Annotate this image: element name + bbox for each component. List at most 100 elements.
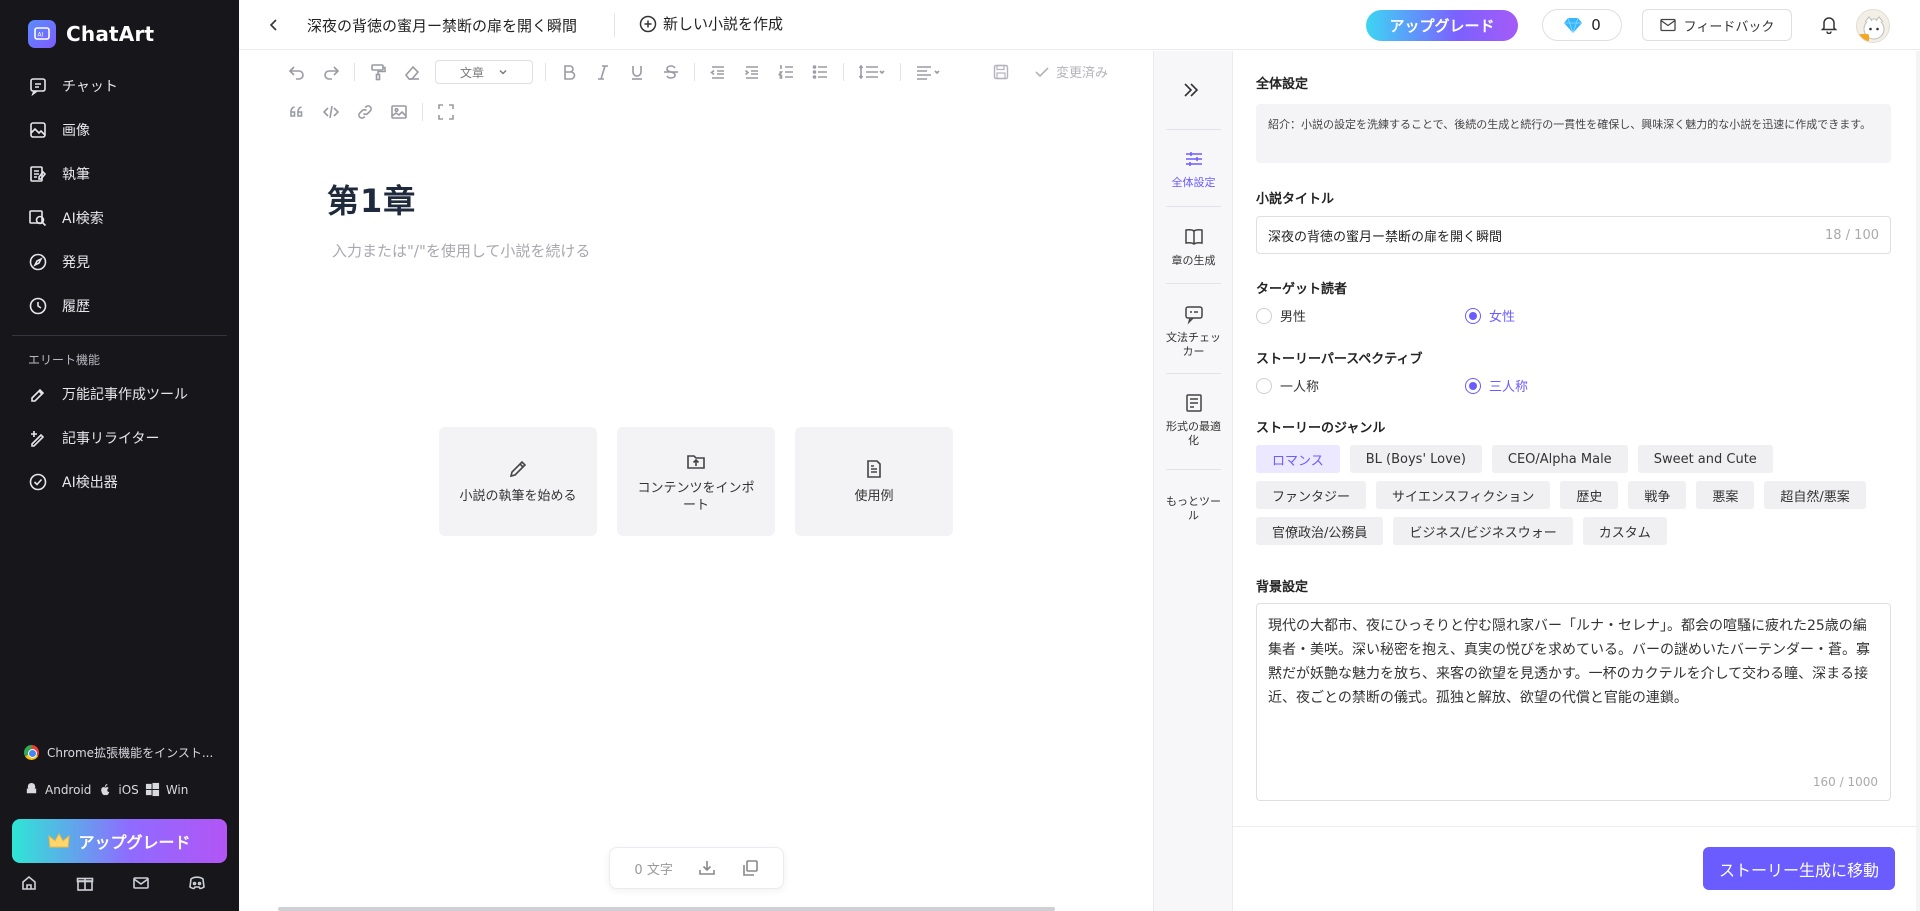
format-painter-button[interactable] — [361, 58, 395, 86]
windows-icon[interactable] — [145, 782, 160, 797]
bold-button[interactable] — [552, 58, 586, 86]
fullscreen-button[interactable] — [429, 98, 463, 126]
nav-item-article-tool[interactable]: 万能記事作成ツール — [0, 372, 239, 416]
nav-item-chat[interactable]: チャット — [0, 64, 239, 108]
genre-chip[interactable]: ファンタジー — [1256, 481, 1367, 509]
platform-win[interactable]: Win — [166, 783, 189, 797]
tab-label: 全体設定 — [1171, 176, 1216, 189]
redo-icon — [324, 66, 340, 80]
editor-placeholder[interactable]: 入力または"/"を使用して小説を続ける — [332, 240, 590, 261]
bullet-list-button[interactable] — [803, 58, 837, 86]
download-icon[interactable] — [698, 859, 716, 877]
tab-overall-settings[interactable]: 全体設定 — [1154, 148, 1233, 190]
align-button[interactable] — [907, 58, 951, 86]
genre-chip[interactable]: ビジネス/ビジネスウォー — [1393, 517, 1573, 545]
collapse-panel-button[interactable] — [1180, 79, 1202, 105]
discord-icon[interactable] — [188, 874, 206, 892]
genre-chip[interactable]: 超自然/悪案 — [1764, 481, 1866, 509]
italic-button[interactable] — [586, 58, 620, 86]
strikethrough-button[interactable] — [654, 58, 688, 86]
link-button[interactable] — [348, 98, 382, 126]
gift-icon[interactable] — [76, 874, 94, 892]
home-icon[interactable] — [20, 874, 38, 892]
bell-icon — [1820, 17, 1838, 35]
word-count-bar: 0 文字 — [609, 847, 784, 889]
top-upgrade-button[interactable]: アップグレード — [1366, 10, 1518, 41]
platform-ios[interactable]: iOS — [118, 783, 138, 797]
genre-chip[interactable]: ロマンス — [1256, 445, 1340, 473]
nav-item-image[interactable]: 画像 — [0, 108, 239, 152]
perspective-option-first-person[interactable]: 一人称 — [1256, 376, 1465, 395]
toolbar-separator — [545, 63, 546, 81]
radio-label: 三人称 — [1489, 380, 1529, 395]
redo-button[interactable] — [314, 58, 348, 86]
tab-more-tools[interactable]: もっとツール — [1154, 495, 1233, 523]
gem-balance[interactable]: 0 — [1542, 9, 1622, 41]
clear-format-button[interactable] — [395, 58, 429, 86]
nav-item-discover[interactable]: 発見 — [0, 240, 239, 284]
ordered-list-button[interactable] — [769, 58, 803, 86]
genre-chip[interactable]: 歴史 — [1560, 481, 1619, 509]
quote-button[interactable] — [280, 98, 314, 126]
background-textarea[interactable]: 現代の大都市、夜にひっそりと佇む隠れ家バー「ルナ・セレナ」。都会の喧騒に疲れた2… — [1256, 603, 1891, 801]
chrome-extension-link[interactable]: Chrome拡張機能をインスト... — [24, 744, 213, 761]
go-to-story-generation-button[interactable]: ストーリー生成に移動 — [1703, 847, 1895, 890]
perspective-option-third-person[interactable]: 三人称 — [1465, 376, 1674, 395]
radio-label: 女性 — [1489, 310, 1516, 325]
mail-icon[interactable] — [132, 874, 150, 892]
undo-button[interactable] — [280, 58, 314, 86]
copy-icon[interactable] — [741, 859, 759, 877]
insert-image-button[interactable] — [382, 98, 416, 126]
back-button[interactable] — [263, 14, 285, 36]
toolbar-separator — [900, 63, 901, 81]
chrome-extension-label: Chrome拡張機能をインスト... — [47, 746, 214, 760]
genre-chip[interactable]: カスタム — [1582, 517, 1667, 545]
nav-item-rewriter[interactable]: 記事リライター — [0, 416, 239, 460]
genre-chip[interactable]: CEO/Alpha Male — [1491, 445, 1628, 473]
nav-item-writing[interactable]: 執筆 — [0, 152, 239, 196]
genre-chip[interactable]: Sweet and Cute — [1637, 445, 1773, 473]
notification-bell[interactable] — [1819, 14, 1839, 38]
code-button[interactable] — [314, 98, 348, 126]
nav-item-history[interactable]: 履歴 — [0, 284, 239, 328]
examples-card[interactable]: 使用例 — [795, 427, 953, 536]
line-height-button[interactable] — [850, 58, 894, 86]
genre-chip[interactable]: 戦争 — [1628, 481, 1687, 509]
feedback-button[interactable]: フィードバック — [1642, 9, 1792, 41]
start-writing-card[interactable]: 小説の執筆を始める — [439, 427, 597, 536]
tab-grammar-checker[interactable]: 文法チェッカー — [1154, 303, 1233, 359]
import-icon — [687, 454, 705, 469]
nav-item-ai-search[interactable]: AI検索 — [0, 196, 239, 240]
tab-format-optimization[interactable]: 形式の最適化 — [1154, 392, 1233, 448]
new-novel-button[interactable]: 新しい小説を作成 — [639, 13, 783, 34]
tab-chapter-generation[interactable]: 章の生成 — [1154, 226, 1233, 268]
apple-icon[interactable] — [97, 782, 112, 797]
panel-scrollbar[interactable] — [1916, 51, 1920, 911]
outdent-button[interactable] — [701, 58, 735, 86]
genre-chip[interactable]: サイエンスフィクション — [1376, 481, 1551, 509]
nav-item-ai-detector[interactable]: AI検出器 — [0, 460, 239, 504]
genre-chip[interactable]: BL (Boys' Love) — [1349, 445, 1482, 473]
indent-button[interactable] — [735, 58, 769, 86]
text-style-select[interactable]: 文章 — [435, 60, 533, 84]
sidebar-upgrade-button[interactable]: アップグレード — [12, 819, 227, 863]
underline-button[interactable] — [620, 58, 654, 86]
user-avatar[interactable] — [1856, 9, 1890, 43]
novel-title-input[interactable]: 深夜の背徳の蜜月ー禁断の扉を開く瞬間 18 / 100 — [1256, 216, 1891, 254]
toolbar-separator — [843, 63, 844, 81]
platform-links: Android iOS Win — [24, 782, 188, 797]
genre-chip[interactable]: 悪案 — [1696, 481, 1755, 509]
platform-android[interactable]: Android — [45, 783, 91, 797]
brand[interactable]: AI ChatArt — [28, 20, 154, 48]
title-char-count: 18 / 100 — [1825, 227, 1879, 243]
genre-chip[interactable]: 官僚政治/公務員 — [1256, 517, 1384, 545]
audience-option-female[interactable]: 女性 — [1465, 306, 1674, 325]
section-title: 全体設定 — [1256, 77, 1309, 92]
android-icon[interactable] — [24, 782, 39, 797]
audience-option-male[interactable]: 男性 — [1256, 306, 1465, 325]
editor-toolbar-row-1: 文章 — [280, 58, 951, 86]
horizontal-scrollbar[interactable] — [278, 907, 1055, 911]
nav-item-label: AI検索 — [62, 211, 104, 227]
import-content-card[interactable]: コンテンツをインポート — [617, 427, 775, 536]
chapter-title[interactable]: 第1章 — [327, 176, 416, 222]
